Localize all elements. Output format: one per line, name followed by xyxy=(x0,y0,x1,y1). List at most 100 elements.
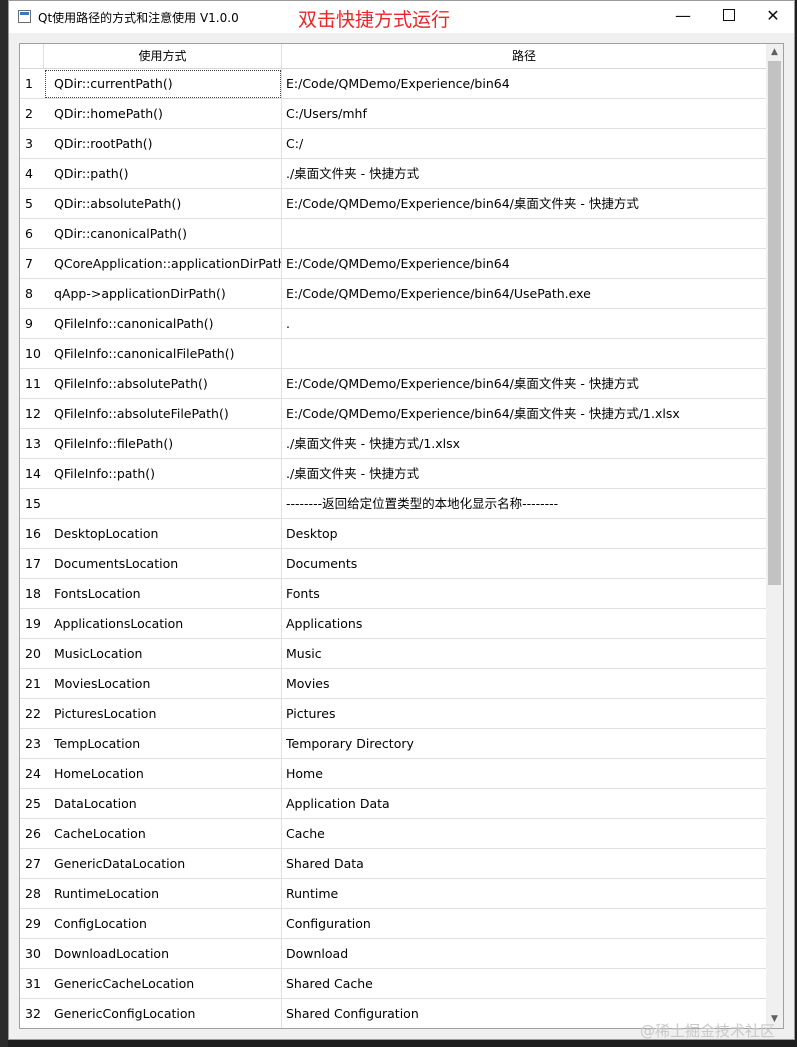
row-number[interactable]: 2 xyxy=(20,99,44,129)
row-number[interactable]: 8 xyxy=(20,279,44,309)
cell-method[interactable]: DesktopLocation xyxy=(44,519,282,549)
cell-method[interactable]: QFileInfo::filePath() xyxy=(44,429,282,459)
cell-path[interactable]: Temporary Directory xyxy=(282,729,767,759)
cell-method[interactable]: GenericConfigLocation xyxy=(44,999,282,1028)
row-number[interactable]: 10 xyxy=(20,339,44,369)
row-number[interactable]: 1 xyxy=(20,69,44,99)
cell-path[interactable]: Runtime xyxy=(282,879,767,909)
row-number[interactable]: 9 xyxy=(20,309,44,339)
cell-path[interactable]: Application Data xyxy=(282,789,767,819)
minimize-button[interactable]: — xyxy=(660,1,706,31)
table-row[interactable]: 12 QFileInfo::absoluteFilePath() E:/Code/Q… xyxy=(20,399,767,429)
row-number[interactable]: 27 xyxy=(20,849,44,879)
table-row[interactable]: 22 PicturesLocation Pictures xyxy=(20,699,767,729)
row-number[interactable]: 24 xyxy=(20,759,44,789)
cell-path[interactable]: Applications xyxy=(282,609,767,639)
table-row[interactable]: 17 DocumentsLocation Documents xyxy=(20,549,767,579)
scrollbar-thumb[interactable] xyxy=(768,61,781,585)
cell-method[interactable]: QFileInfo::canonicalFilePath() xyxy=(44,339,282,369)
table-row[interactable]: 25 DataLocation Application Data xyxy=(20,789,767,819)
cell-method[interactable]: QFileInfo::absoluteFilePath() xyxy=(44,399,282,429)
cell-path[interactable] xyxy=(282,219,767,249)
cell-path[interactable]: . xyxy=(282,309,767,339)
cell-path[interactable]: Movies xyxy=(282,669,767,699)
row-number[interactable]: 18 xyxy=(20,579,44,609)
cell-path[interactable]: Shared Cache xyxy=(282,969,767,999)
table-row[interactable]: 29 ConfigLocation Configuration xyxy=(20,909,767,939)
cell-method[interactable]: HomeLocation xyxy=(44,759,282,789)
cell-path[interactable]: E:/Code/QMDemo/Experience/bin64 xyxy=(282,249,767,279)
cell-method[interactable]: QDir::path() xyxy=(44,159,282,189)
row-number[interactable]: 7 xyxy=(20,249,44,279)
cell-method[interactable]: MusicLocation xyxy=(44,639,282,669)
cell-method[interactable]: QDir::rootPath() xyxy=(44,129,282,159)
table-row[interactable]: 21 MoviesLocation Movies xyxy=(20,669,767,699)
table-row[interactable]: 8 qApp->applicationDirPath() E:/Code/QMDem… xyxy=(20,279,767,309)
cell-path[interactable]: Cache xyxy=(282,819,767,849)
cell-path[interactable]: C:/ xyxy=(282,129,767,159)
cell-path[interactable]: ./桌面文件夹 - 快捷方式 xyxy=(282,459,767,489)
row-number[interactable]: 20 xyxy=(20,639,44,669)
row-number[interactable]: 14 xyxy=(20,459,44,489)
cell-path[interactable]: C:/Users/mhf xyxy=(282,99,767,129)
cell-path[interactable]: ./桌面文件夹 - 快捷方式/1.xlsx xyxy=(282,429,767,459)
cell-method[interactable]: QDir::homePath() xyxy=(44,99,282,129)
table-row[interactable]: 30 DownloadLocation Download xyxy=(20,939,767,969)
cell-path[interactable]: Desktop xyxy=(282,519,767,549)
cell-path[interactable]: Shared Data xyxy=(282,849,767,879)
row-number[interactable]: 5 xyxy=(20,189,44,219)
cell-method[interactable]: QDir::absolutePath() xyxy=(44,189,282,219)
table-row[interactable]: 10 QFileInfo::canonicalFilePath() xyxy=(20,339,767,369)
cell-method[interactable]: ConfigLocation xyxy=(44,909,282,939)
cell-method[interactable]: CacheLocation xyxy=(44,819,282,849)
row-number[interactable]: 16 xyxy=(20,519,44,549)
row-number[interactable]: 6 xyxy=(20,219,44,249)
row-number[interactable]: 17 xyxy=(20,549,44,579)
row-number[interactable]: 3 xyxy=(20,129,44,159)
cell-path[interactable] xyxy=(282,339,767,369)
cell-method[interactable]: QFileInfo::absolutePath() xyxy=(44,369,282,399)
path-table[interactable]: 使用方式 路径 1 QDir::currentPath() E:/Code/QMDe… xyxy=(19,43,784,1029)
row-number[interactable]: 32 xyxy=(20,999,44,1028)
cell-path[interactable]: E:/Code/QMDemo/Experience/bin64 xyxy=(282,69,767,99)
cell-path[interactable]: --------返回给定位置类型的本地化显示名称-------- xyxy=(282,489,767,519)
cell-path[interactable]: Documents xyxy=(282,549,767,579)
row-number[interactable]: 15 xyxy=(20,489,44,519)
table-row[interactable]: 31 GenericCacheLocation Shared Cache xyxy=(20,969,767,999)
close-button[interactable]: ✕ xyxy=(750,1,796,31)
cell-method[interactable]: QFileInfo::path() xyxy=(44,459,282,489)
table-row[interactable]: 13 QFileInfo::filePath() ./桌面文件夹 - 快捷方式/1.… xyxy=(20,429,767,459)
table-row[interactable]: 19 ApplicationsLocation Applications xyxy=(20,609,767,639)
row-number[interactable]: 19 xyxy=(20,609,44,639)
table-row[interactable]: 7 QCoreApplication::applicationDirPath() E… xyxy=(20,249,767,279)
table-row[interactable]: 24 HomeLocation Home xyxy=(20,759,767,789)
cell-method[interactable]: DocumentsLocation xyxy=(44,549,282,579)
row-number[interactable]: 12 xyxy=(20,399,44,429)
cell-method[interactable]: FontsLocation xyxy=(44,579,282,609)
table-row[interactable]: 2 QDir::homePath() C:/Users/mhf xyxy=(20,99,767,129)
cell-path[interactable]: Download xyxy=(282,939,767,969)
cell-method[interactable]: ApplicationsLocation xyxy=(44,609,282,639)
cell-method[interactable]: QDir::currentPath() xyxy=(44,69,282,99)
table-row[interactable]: 3 QDir::rootPath() C:/ xyxy=(20,129,767,159)
cell-path[interactable]: Home xyxy=(282,759,767,789)
table-row[interactable]: 15 --------返回给定位置类型的本地化显示名称-------- xyxy=(20,489,767,519)
cell-method[interactable]: PicturesLocation xyxy=(44,699,282,729)
table-row[interactable]: 23 TempLocation Temporary Directory xyxy=(20,729,767,759)
table-row[interactable]: 1 QDir::currentPath() E:/Code/QMDemo/Exper… xyxy=(20,69,767,99)
table-row[interactable]: 14 QFileInfo::path() ./桌面文件夹 - 快捷方式 xyxy=(20,459,767,489)
cell-method[interactable]: DownloadLocation xyxy=(44,939,282,969)
table-row[interactable]: 5 QDir::absolutePath() E:/Code/QMDemo/Expe… xyxy=(20,189,767,219)
table-row[interactable]: 26 CacheLocation Cache xyxy=(20,819,767,849)
row-number[interactable]: 11 xyxy=(20,369,44,399)
row-number[interactable]: 21 xyxy=(20,669,44,699)
cell-method[interactable]: MoviesLocation xyxy=(44,669,282,699)
table-row[interactable]: 27 GenericDataLocation Shared Data xyxy=(20,849,767,879)
cell-path[interactable]: E:/Code/QMDemo/Experience/bin64/桌面文件夹 - … xyxy=(282,189,767,219)
maximize-button[interactable] xyxy=(706,1,752,31)
cell-path[interactable]: ./桌面文件夹 - 快捷方式 xyxy=(282,159,767,189)
cell-path[interactable]: E:/Code/QMDemo/Experience/bin64/桌面文件夹 - … xyxy=(282,369,767,399)
cell-path[interactable]: E:/Code/QMDemo/Experience/bin64/UsePath.… xyxy=(282,279,767,309)
row-number[interactable]: 23 xyxy=(20,729,44,759)
cell-method[interactable]: GenericDataLocation xyxy=(44,849,282,879)
